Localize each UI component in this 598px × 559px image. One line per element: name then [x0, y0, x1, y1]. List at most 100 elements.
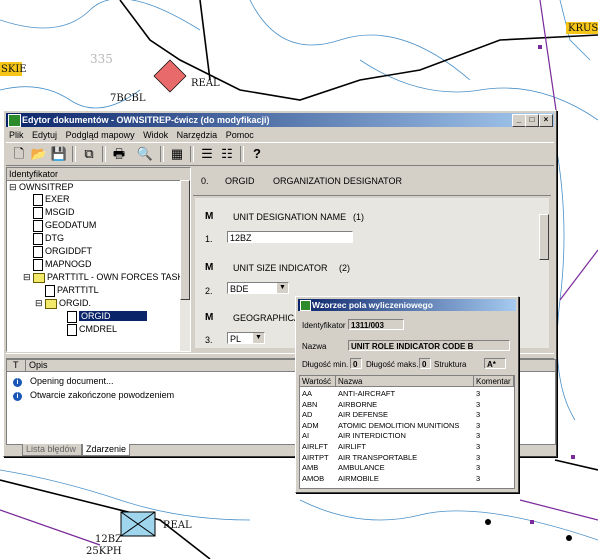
tree-item-exer[interactable]: EXER — [33, 193, 70, 206]
tree-root[interactable]: ⊟ OWNSITREP — [9, 181, 74, 193]
detail-scrollbar[interactable] — [539, 198, 549, 348]
segment-header: 0. ORGID ORGANIZATION DESIGNATOR — [193, 167, 551, 196]
print-icon[interactable]: 🖶 — [110, 145, 128, 163]
menu-podglad-mapowy[interactable]: Podgląd mapowy — [63, 129, 138, 142]
tree-item-mapnogd[interactable]: MAPNOGD — [33, 258, 92, 271]
list-cell-code: AMOB — [302, 473, 325, 483]
list-view-icon[interactable]: ☰ — [198, 145, 216, 163]
list-cell-comment: 3 — [476, 442, 481, 451]
map-preview-icon[interactable]: ▦ — [168, 145, 186, 163]
menu-widok[interactable]: Widok — [140, 129, 171, 142]
tree-item-cmdrel[interactable]: CMDREL — [67, 323, 117, 336]
new-document-icon[interactable]: 🗋 — [10, 145, 28, 163]
tree-item-label: MSGID — [45, 207, 75, 217]
open-folder-icon[interactable]: 📂 — [30, 145, 48, 163]
field-number: 1. — [205, 234, 213, 244]
map-label-krusz: KRUSZ — [568, 23, 598, 34]
tree-scrollbar[interactable] — [180, 180, 190, 351]
toolbar-separator — [240, 146, 244, 162]
tab-error-list[interactable]: Lista błędów — [22, 444, 82, 456]
dialog-titlebar[interactable]: Wzorzec pola wyliczeniowego — [298, 299, 516, 311]
tab-events[interactable]: Zdarzenie — [82, 444, 131, 456]
list-cell-code: AMB — [302, 463, 319, 473]
log-row[interactable]: i Opening document... — [13, 375, 114, 387]
window-titlebar[interactable]: Edytor dokumentów - OWNSITREP-ćwicz (do … — [6, 113, 554, 127]
list-cell-name: ATOMIC DEMOLITION MUNITIONS — [338, 420, 460, 430]
document-icon — [33, 206, 43, 219]
list-cell-comment: 3 — [476, 431, 481, 441]
list-col-name[interactable]: Nazwa — [336, 376, 474, 387]
minimize-button[interactable]: _ — [512, 114, 526, 127]
tree-item-orgid-group[interactable]: ⊟ ORGID. — [35, 297, 91, 309]
chevron-down-icon[interactable]: ▼ — [277, 283, 288, 293]
list-cell-comment: 3 — [476, 410, 481, 420]
document-icon — [33, 232, 43, 245]
tree-item-orgid[interactable]: ORGID — [67, 310, 147, 323]
name-label: Nazwa — [302, 342, 327, 351]
list-col-comment[interactable]: Komentar — [474, 376, 514, 387]
list-cell-comment: 3 — [476, 452, 481, 462]
field-number: 2. — [205, 286, 213, 296]
unit-size-select[interactable]: BDE ▼ — [227, 282, 289, 294]
menu-narzedzia[interactable]: Narzędzia — [174, 129, 221, 142]
info-icon: i — [13, 392, 22, 401]
unit-designation-input[interactable]: 12BZ — [227, 231, 353, 243]
menu-pomoc[interactable]: Pomoc — [223, 129, 257, 142]
dialog-icon — [300, 300, 311, 311]
menu-plik[interactable]: Plik — [6, 129, 27, 142]
document-icon — [45, 284, 55, 297]
help-icon[interactable]: ? — [248, 145, 266, 163]
document-icon — [67, 310, 77, 323]
list-cell-code: ABN — [302, 399, 318, 409]
maximize-button[interactable]: □ — [525, 114, 539, 127]
list-row[interactable]: ADM ATOMIC DEMOLITION MUNITIONS 3 — [300, 421, 514, 431]
tree-scrollbar-thumb[interactable] — [180, 180, 190, 300]
document-icon — [33, 258, 43, 271]
copy-icon[interactable]: ⧉ — [80, 145, 98, 163]
log-row[interactable]: i Otwarcie zakończone powodzeniem — [13, 389, 174, 401]
mandatory-marker: M — [205, 211, 214, 222]
list-cell-code: AI — [302, 431, 310, 441]
info-icon: i — [13, 378, 22, 387]
list-row[interactable]: ABN AIRBORNE 3 — [300, 400, 514, 410]
find-icon[interactable]: 🔍 — [136, 145, 154, 163]
list-cell-name: AIR INTERDICTION — [338, 431, 406, 441]
list-cell-comment: 3 — [476, 473, 481, 483]
segment-name: ORGANIZATION DESIGNATOR — [273, 176, 403, 186]
list-row[interactable]: AIRTPT AIR TRANSPORTABLE 3 — [300, 453, 514, 463]
structure-value: A* — [484, 358, 506, 369]
save-icon[interactable]: 💾 — [50, 145, 68, 163]
tree-item-geodatum[interactable]: GEODATUM — [33, 219, 96, 232]
dialog-title: Wzorzec pola wyliczeniowego — [312, 300, 433, 310]
list-cell-comment: 3 — [476, 463, 481, 473]
tree-header[interactable]: Identyfikator — [7, 168, 190, 181]
list-cell-comment: 3 — [476, 389, 481, 398]
menu-edytuj[interactable]: Edytuj — [29, 129, 60, 142]
tree-item-orgiddft[interactable]: ORGIDDFT — [33, 245, 92, 258]
tree-pane[interactable]: Identyfikator ⊟ OWNSITREP EXER MSGID GEO… — [6, 167, 191, 352]
detail-view-icon[interactable]: ☷ — [218, 145, 236, 163]
tree-item-parttitl-own-forces[interactable]: ⊟ PARTTITL - OWN FORCES TASK — [23, 271, 184, 283]
toolbar: 🗋 📂 💾 ⧉ 🖶 🔍 ▦ ☰ ☷ ? — [6, 142, 554, 166]
field-name: UNIT DESIGNATION NAME — [233, 212, 347, 222]
close-button[interactable]: × — [539, 114, 553, 127]
list-row[interactable]: AMB AMBULANCE 3 — [300, 463, 514, 473]
list-row[interactable]: AD AIR DEFENSE 3 — [300, 410, 514, 420]
chevron-down-icon[interactable]: ▼ — [253, 333, 264, 343]
tree-item-parttitl[interactable]: PARTTITL — [45, 284, 99, 297]
list-row[interactable]: AMOB AIRMOBILE 3 — [300, 474, 514, 484]
list-row[interactable]: AA ANTI-AIRCRAFT 3 — [300, 389, 514, 399]
log-col-type[interactable]: T — [13, 360, 26, 371]
detail-scrollbar-thumb[interactable] — [539, 214, 549, 260]
tree-item-msgid[interactable]: MSGID — [33, 206, 75, 219]
tree-item-dtg[interactable]: DTG — [33, 232, 64, 245]
toolbar-separator — [102, 146, 106, 162]
enum-values-list[interactable]: Wartość Nazwa Komentar AA ANTI-AIRCRAFT 3 A… — [299, 375, 515, 489]
log-col-description[interactable]: Opis — [29, 360, 48, 371]
geographical-select[interactable]: PL ▼ — [227, 332, 265, 344]
segment-code: ORGID — [225, 176, 255, 186]
list-row[interactable]: AI AIR INTERDICTION 3 — [300, 431, 514, 441]
list-row[interactable]: AIRLFT AIRLIFT 3 — [300, 442, 514, 452]
list-col-value[interactable]: Wartość — [300, 376, 336, 387]
identifier-label: Identyfikator — [302, 321, 346, 330]
